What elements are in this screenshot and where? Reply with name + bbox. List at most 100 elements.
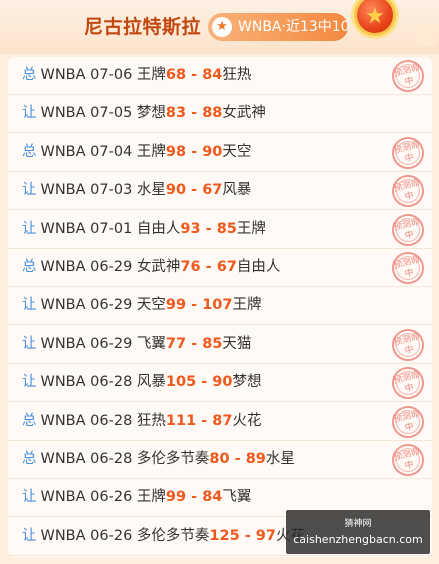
- home-team: 王牌: [136, 143, 166, 160]
- away-team: 天猫: [222, 335, 252, 352]
- away-team: 火花: [232, 412, 262, 429]
- list-item[interactable]: 让 WNBA 06-28 风暴105 - 90梦想 预测命中: [8, 363, 432, 403]
- match-result: 让 WNBA 06-29 天空99 - 107王牌: [22, 287, 261, 323]
- match-result: 让 WNBA 06-26 王牌99 - 84飞翼: [22, 479, 251, 515]
- match-score: 111 - 87: [165, 412, 233, 429]
- match-score: 99 - 107: [165, 297, 233, 314]
- home-team: 风暴: [136, 374, 166, 391]
- list-item[interactable]: 让 WNBA 07-03 水星90 - 67风暴 预测命中: [8, 171, 432, 211]
- bet-type-label: 让: [22, 335, 37, 352]
- away-team: 飞翼: [222, 489, 252, 506]
- league-label: WNBA: [40, 451, 86, 467]
- league-label: WNBA: [40, 297, 86, 314]
- bet-type-label: 总: [22, 67, 37, 83]
- bet-type-label: 让: [22, 527, 37, 544]
- league-label: WNBA: [40, 105, 86, 122]
- prediction-hit-stamp-icon: 预测命中: [388, 210, 428, 249]
- bet-type-label: 让: [22, 489, 37, 506]
- league-label: WNBA: [40, 412, 86, 429]
- list-item[interactable]: 让 WNBA 07-01 自由人93 - 85王牌 预测命中: [8, 210, 432, 249]
- league-label: WNBA: [40, 220, 86, 237]
- match-result: 让 WNBA 07-05 梦想83 - 88女武神: [22, 95, 266, 131]
- match-result: 总 WNBA 07-04 王牌98 - 90天空: [22, 134, 251, 170]
- match-date: 07-04: [90, 143, 133, 160]
- away-team: 狂热: [222, 67, 252, 83]
- list-item[interactable]: 让 WNBA 07-05 梦想83 - 88女武神: [8, 95, 432, 134]
- record-badge-label: WNBA·近13中10: [238, 19, 348, 35]
- list-item[interactable]: 总 WNBA 06-28 多伦多节奏80 - 89水星 预测命中: [8, 440, 432, 480]
- league-label: WNBA: [40, 335, 86, 352]
- match-score: 77 - 85: [165, 335, 223, 352]
- watermark-url: caishenzhengbacn.com: [293, 533, 423, 546]
- home-team: 自由人: [136, 220, 181, 237]
- match-result: 总 WNBA 06-28 多伦多节奏80 - 89水星: [22, 441, 295, 477]
- league-label: WNBA: [40, 259, 86, 275]
- page-header: 尼古拉特斯拉 ★ WNBA·近13中10 ★: [0, 0, 439, 54]
- league-label: WNBA: [40, 182, 86, 199]
- match-date: 07-05: [90, 105, 133, 122]
- home-team: 飞翼: [136, 335, 166, 352]
- league-label: WNBA: [40, 374, 86, 391]
- match-score: 98 - 90: [165, 143, 223, 160]
- home-team: 王牌: [136, 67, 166, 83]
- home-team: 水星: [136, 182, 166, 199]
- match-date: 07-01: [90, 220, 133, 237]
- prediction-list: 总 WNBA 07-06 王牌68 - 84狂热 预测命中让 WNBA 07-05 梦…: [8, 56, 432, 557]
- list-item[interactable]: 总 WNBA 07-06 王牌68 - 84狂热 预测命中: [8, 56, 432, 96]
- league-label: WNBA: [40, 489, 86, 506]
- home-team: 女武神: [136, 259, 181, 275]
- match-date: 06-26: [90, 489, 133, 506]
- league-label: WNBA: [40, 143, 86, 160]
- match-date: 07-06: [90, 67, 133, 83]
- away-team: 女武神: [222, 105, 266, 122]
- bet-type-label: 总: [22, 412, 37, 429]
- list-item[interactable]: 让 WNBA 06-29 飞翼77 - 85天猫 预测命中: [8, 325, 432, 365]
- match-score: 83 - 88: [165, 105, 223, 122]
- league-label: WNBA: [40, 67, 86, 83]
- match-result: 让 WNBA 06-29 飞翼77 - 85天猫: [22, 326, 251, 362]
- match-result: 让 WNBA 07-03 水星90 - 67风暴: [22, 172, 251, 208]
- medal-icon: ★: [346, 0, 404, 40]
- star-icon: ★: [212, 17, 232, 37]
- match-date: 06-29: [90, 259, 133, 275]
- bet-type-label: 让: [22, 220, 37, 237]
- prediction-hit-stamp-icon: 预测命中: [388, 248, 428, 288]
- match-date: 06-29: [90, 335, 133, 352]
- home-team: 多伦多节奏: [136, 527, 210, 544]
- match-score: 93 - 85: [180, 220, 237, 237]
- prediction-hit-stamp-icon: 预测命中: [388, 133, 428, 173]
- match-result: 让WNBA 06-26 多伦多节奏125 - 97火花: [22, 518, 305, 554]
- bet-type-label: 总: [22, 143, 37, 160]
- match-date: 06-28: [90, 451, 133, 467]
- list-item[interactable]: 让 WNBA 06-29 天空99 - 107王牌: [8, 287, 432, 326]
- match-date: 06-26: [90, 527, 133, 544]
- home-team: 天空: [136, 297, 166, 314]
- home-team: 多伦多节奏: [136, 451, 210, 467]
- list-item[interactable]: 总 WNBA 06-29 女武神76 - 67自由人 预测命中: [8, 248, 432, 288]
- prediction-hit-stamp-icon: 预测命中: [388, 402, 428, 441]
- match-result: 总 WNBA 06-29 女武神76 - 67自由人: [22, 249, 280, 285]
- match-score: 90 - 67: [165, 182, 223, 199]
- match-score: 99 - 84: [165, 489, 223, 506]
- home-team: 梦想: [136, 105, 166, 122]
- watermark-title: 猜神网: [344, 519, 372, 529]
- home-team: 狂热: [136, 412, 166, 429]
- bet-type-label: 让: [22, 297, 37, 314]
- list-item[interactable]: 总 WNBA 06-28 狂热111 - 87火花 预测命中: [8, 402, 432, 441]
- away-team: 风暴: [222, 182, 252, 199]
- match-score: 105 - 90: [165, 374, 233, 391]
- site-watermark: 猜神网 caishenzhengbacn.com: [286, 510, 430, 554]
- match-score: 68 - 84: [165, 67, 223, 83]
- match-date: 06-28: [90, 374, 133, 391]
- away-team: 天空: [222, 143, 252, 160]
- match-date: 06-28: [90, 412, 133, 429]
- away-team: 王牌: [236, 220, 266, 237]
- match-result: 让 WNBA 06-28 风暴105 - 90梦想: [22, 364, 261, 400]
- prediction-hit-stamp-icon: 预测命中: [388, 171, 428, 211]
- match-result: 让 WNBA 07-01 自由人93 - 85王牌: [22, 211, 266, 247]
- away-team: 王牌: [232, 297, 262, 314]
- match-result: 总 WNBA 07-06 王牌68 - 84狂热: [22, 57, 251, 93]
- list-item[interactable]: 总 WNBA 07-04 王牌98 - 90天空 预测命中: [8, 133, 432, 173]
- bet-type-label: 让: [22, 374, 37, 391]
- match-score: 76 - 67: [180, 259, 237, 275]
